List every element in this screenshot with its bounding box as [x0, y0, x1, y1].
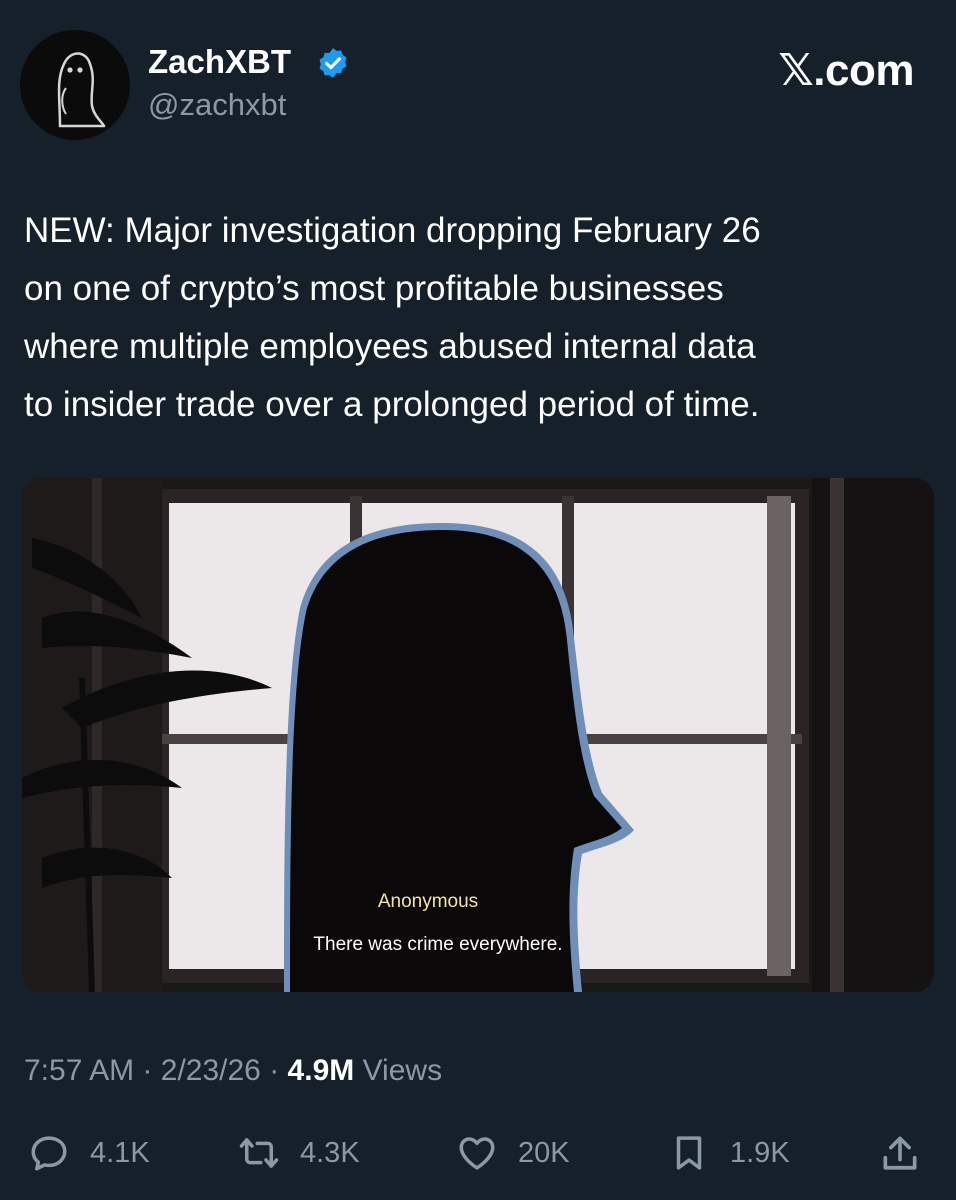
like-button[interactable]: 20K [456, 1128, 570, 1178]
reply-button[interactable]: 4.1K [28, 1128, 150, 1178]
bookmark-button[interactable]: 1.9K [668, 1128, 790, 1178]
post-media-image[interactable]: Anonymous There was crime everywhere. [22, 478, 934, 992]
meta-separator: · [269, 1054, 280, 1087]
post-meta: 7:57 AM · 2/23/26 · 4.9M Views [24, 1052, 442, 1090]
post-text: NEW: Major investigation dropping Februa… [24, 211, 761, 424]
media-caption-subtitle: There was crime everywhere. [313, 934, 563, 955]
avatar[interactable] [20, 30, 130, 140]
post-date[interactable]: 2/23/26 [161, 1054, 261, 1087]
share-icon[interactable] [878, 1132, 922, 1176]
meta-separator: · [142, 1054, 153, 1087]
media-caption-name: Anonymous [377, 891, 479, 912]
author-handle[interactable]: @zachxbt [148, 86, 286, 124]
reply-count: 4.1K [90, 1137, 150, 1169]
x-brand-logo: 𝕏.com [778, 46, 914, 95]
post-time[interactable]: 7:57 AM [24, 1054, 134, 1087]
bookmark-count: 1.9K [730, 1137, 790, 1169]
reply-icon [31, 1136, 67, 1171]
media-scene-image [22, 478, 934, 992]
repost-button[interactable]: 4.3K [238, 1128, 360, 1178]
verified-badge-icon [319, 48, 347, 78]
repost-icon [239, 1138, 279, 1168]
views-label[interactable]: Views [363, 1054, 442, 1087]
views-count[interactable]: 4.9M [288, 1054, 355, 1087]
author-display-name[interactable]: ZachXBT [148, 42, 291, 82]
heart-icon [459, 1137, 495, 1170]
like-count: 20K [518, 1137, 570, 1169]
bookmark-icon [676, 1136, 702, 1170]
action-bar: 4.1K 4.3K 20K 1.9K [0, 1128, 956, 1178]
repost-count: 4.3K [300, 1137, 360, 1169]
